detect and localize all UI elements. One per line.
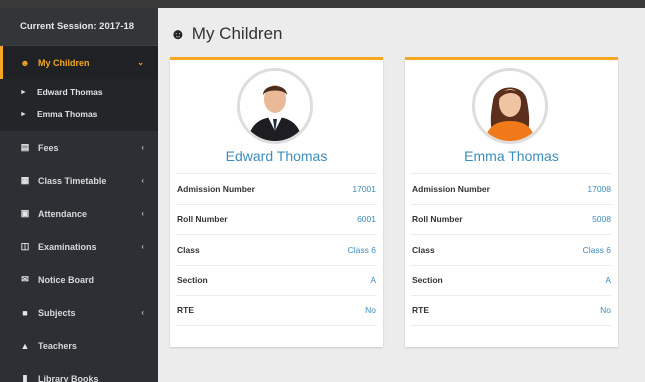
current-session: Current Session: 2017-18 xyxy=(0,8,158,46)
detail-value: 5008 xyxy=(592,214,611,225)
student-photo xyxy=(475,71,545,141)
detail-value: A xyxy=(605,275,611,286)
child-card: Edward Thomas Admission Number 17001 Rol… xyxy=(170,57,383,347)
student-photo xyxy=(240,71,310,141)
sidebar-item-label: Notice Board xyxy=(38,274,95,285)
detail-row-class: Class Class 6 xyxy=(411,234,612,265)
sidebar-item-class-timetable[interactable]: ▦ Class Timetable ‹ xyxy=(0,164,158,197)
detail-label: Section xyxy=(412,275,443,286)
sidebar-item-label: Class Timetable xyxy=(38,175,107,186)
sidebar-item-my-children[interactable]: ☻ My Children ⌄ xyxy=(0,46,158,79)
sidebar-subitem-emma-thomas[interactable]: ► Emma Thomas xyxy=(0,103,158,125)
main-content: ☻ My Children Edward Thomas Admission Nu… xyxy=(158,8,645,382)
detail-row-class: Class Class 6 xyxy=(176,234,377,265)
detail-value: Class 6 xyxy=(582,244,611,255)
sidebar-item-label: My Children xyxy=(38,57,90,68)
child-details: Admission Number 17008 Roll Number 5008 … xyxy=(411,173,612,326)
sidebar-subitem-label: Emma Thomas xyxy=(36,109,98,119)
calendar-icon: ▦ xyxy=(20,175,30,185)
detail-label: RTE xyxy=(177,305,194,316)
chevron-right-icon: ► xyxy=(20,110,27,118)
sidebar-item-fees[interactable]: ▤ Fees ‹ xyxy=(0,131,158,164)
detail-label: Section xyxy=(177,275,208,286)
page-title-text: My Children xyxy=(191,24,283,43)
chevron-left-icon: ‹ xyxy=(141,143,144,152)
child-details: Admission Number 17001 Roll Number 6001 … xyxy=(176,173,377,326)
detail-value: 6001 xyxy=(357,214,376,225)
detail-value: No xyxy=(600,305,611,316)
detail-label: Class xyxy=(177,244,200,255)
detail-label: Roll Number xyxy=(177,214,228,225)
sidebar-item-attendance[interactable]: ▣ Attendance ‹ xyxy=(0,197,158,230)
envelope-icon: ✉ xyxy=(21,274,29,284)
sidebar-item-examinations[interactable]: ◫ Examinations ‹ xyxy=(0,230,158,263)
book-icon: ■ xyxy=(22,307,28,318)
detail-row-admission-number: Admission Number 17008 xyxy=(411,173,612,204)
detail-label: Admission Number xyxy=(412,183,490,194)
child-name[interactable]: Edward Thomas xyxy=(170,148,383,164)
sidebar-item-label: Teachers xyxy=(38,340,77,351)
detail-row-admission-number: Admission Number 17001 xyxy=(176,173,377,204)
sidebar-item-subjects[interactable]: ■ Subjects ‹ xyxy=(0,296,158,329)
user-icon: ▲ xyxy=(20,340,30,351)
sidebar-subitem-edward-thomas[interactable]: ► Edward Thomas xyxy=(0,81,158,103)
sidebar-item-label: Fees xyxy=(38,142,59,153)
sidebar-item-label: Attendance xyxy=(38,208,88,219)
book-open-icon: ▮ xyxy=(22,373,28,382)
detail-value: Class 6 xyxy=(347,244,376,255)
calendar-check-icon: ▣ xyxy=(20,208,30,218)
detail-value: 17008 xyxy=(587,183,611,194)
chevron-left-icon: ‹ xyxy=(141,242,144,251)
detail-label: Roll Number xyxy=(412,214,463,225)
money-icon: ▤ xyxy=(20,142,30,152)
detail-value: No xyxy=(365,305,376,316)
chevron-left-icon: ‹ xyxy=(141,209,144,218)
sidebar-item-notice-board[interactable]: ✉ Notice Board xyxy=(0,263,158,296)
detail-row-section: Section A xyxy=(411,264,612,296)
children-submenu: ► Edward Thomas ► Emma Thomas xyxy=(0,79,158,131)
detail-value: 17001 xyxy=(352,183,376,194)
map-icon: ◫ xyxy=(20,241,30,251)
sidebar: Current Session: 2017-18 ☻ My Children ⌄… xyxy=(0,8,158,382)
detail-value: A xyxy=(370,275,376,286)
users-icon: ☻ xyxy=(20,57,30,68)
sidebar-item-label: Examinations xyxy=(38,241,97,252)
detail-label: Class xyxy=(412,244,435,255)
avatar xyxy=(472,68,548,144)
detail-label: RTE xyxy=(412,305,429,316)
detail-label: Admission Number xyxy=(177,183,255,194)
chevron-left-icon: ‹ xyxy=(141,308,144,317)
child-card: Emma Thomas Admission Number 17008 Roll … xyxy=(405,57,618,347)
page-title: ☻ My Children xyxy=(170,24,283,44)
detail-row-roll-number: Roll Number 6001 xyxy=(176,203,377,235)
sidebar-item-label: Subjects xyxy=(38,307,76,318)
chevron-right-icon: ► xyxy=(20,88,27,96)
sidebar-subitem-label: Edward Thomas xyxy=(36,87,103,97)
sidebar-item-label: Library Books xyxy=(38,373,99,382)
sidebar-item-teachers[interactable]: ▲ Teachers xyxy=(0,329,158,362)
top-bar xyxy=(0,0,645,8)
detail-row-section: Section A xyxy=(176,264,377,296)
chevron-down-icon: ⌄ xyxy=(137,58,144,67)
detail-row-rte: RTE No xyxy=(411,295,612,326)
detail-row-roll-number: Roll Number 5008 xyxy=(411,203,612,235)
sidebar-item-library-books[interactable]: ▮ Library Books xyxy=(0,362,158,382)
detail-row-rte: RTE No xyxy=(176,295,377,326)
child-name[interactable]: Emma Thomas xyxy=(405,148,618,164)
avatar xyxy=(237,68,313,144)
users-icon: ☻ xyxy=(170,25,186,43)
chevron-left-icon: ‹ xyxy=(141,176,144,185)
